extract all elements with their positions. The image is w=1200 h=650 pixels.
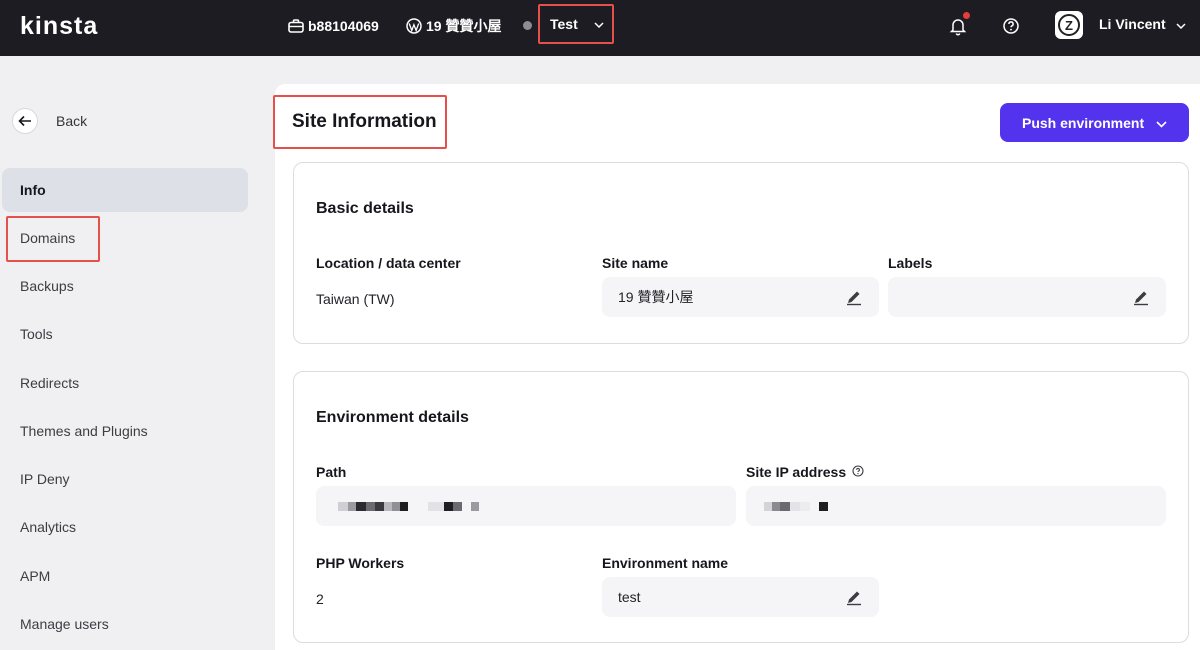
site-name: 19 贊贊小屋 xyxy=(426,18,502,34)
edit-labels-icon[interactable] xyxy=(1132,288,1150,306)
user-menu[interactable]: Li Vincent xyxy=(1099,16,1186,32)
chevron-down-icon xyxy=(1176,16,1186,32)
chevron-down-icon xyxy=(1156,115,1167,131)
help-button[interactable] xyxy=(1001,16,1021,36)
info-icon[interactable] xyxy=(852,464,864,480)
environment-details-title: Environment details xyxy=(316,409,469,426)
sidebar-item-backups[interactable]: Backups xyxy=(20,278,74,294)
basic-details-card: Basic details Location / data center Tai… xyxy=(293,162,1189,344)
sidebar-item-domains[interactable]: Domains xyxy=(20,230,75,246)
avatar[interactable]: Z xyxy=(1055,11,1083,39)
chevron-down-icon xyxy=(594,15,604,33)
back-label: Back xyxy=(56,113,88,129)
path-field xyxy=(316,486,736,526)
edit-environment-name-icon[interactable] xyxy=(845,588,863,606)
ip-address-field xyxy=(746,486,1166,526)
arrow-left-icon xyxy=(12,108,38,134)
sidebar-item-apm[interactable]: APM xyxy=(20,568,50,584)
sidebar-item-redirects[interactable]: Redirects xyxy=(20,375,79,391)
site-name-field: 19 贊贊小屋 xyxy=(602,277,879,317)
ip-address-label: Site IP address xyxy=(746,464,847,480)
user-name: Li Vincent xyxy=(1099,16,1166,32)
briefcase-icon xyxy=(288,19,304,33)
path-label: Path xyxy=(316,464,347,480)
location-value: Taiwan (TW) xyxy=(316,291,395,307)
labels-label: Labels xyxy=(888,255,933,271)
notification-badge xyxy=(963,12,970,19)
sidebar-item-themes-plugins[interactable]: Themes and Plugins xyxy=(20,423,148,439)
environment-selector[interactable]: Test xyxy=(538,4,614,44)
labels-field xyxy=(888,277,1166,317)
environment-name-field: test xyxy=(602,577,879,617)
site-name-value: 19 贊贊小屋 xyxy=(618,289,694,305)
environment-details-card: Environment details Path Site IP address… xyxy=(293,371,1189,643)
basic-details-title: Basic details xyxy=(316,200,414,217)
company-id: b88104069 xyxy=(308,18,379,34)
path-value-redacted xyxy=(338,501,479,511)
site-selector[interactable]: 19 贊贊小屋 xyxy=(406,16,501,36)
sidebar-item-analytics[interactable]: Analytics xyxy=(20,519,76,535)
sidebar: Back Info Domains Backups Tools Redirect… xyxy=(0,56,275,650)
wordpress-icon xyxy=(406,18,422,34)
environment-status-dot xyxy=(523,21,532,30)
back-button[interactable]: Back xyxy=(12,108,87,134)
company-selector[interactable]: b88104069 xyxy=(288,16,379,36)
help-icon xyxy=(1001,18,1021,40)
environment-name-value: test xyxy=(618,589,641,605)
push-environment-button[interactable]: Push environment xyxy=(1000,103,1189,142)
environment-name-label: Environment name xyxy=(602,555,729,571)
edit-site-name-icon[interactable] xyxy=(845,288,863,306)
sidebar-item-label: Info xyxy=(20,182,46,198)
sidebar-item-tools[interactable]: Tools xyxy=(20,326,53,342)
php-workers-label: PHP Workers xyxy=(316,555,405,571)
site-name-label: Site name xyxy=(602,255,669,271)
notifications-button[interactable] xyxy=(948,12,970,36)
top-bar: kinsta b88104069 19 贊贊小屋 Test Z Li Vince… xyxy=(0,0,1200,56)
bell-icon xyxy=(948,19,968,40)
avatar-letter: Z xyxy=(1058,14,1080,36)
environment-label: Test xyxy=(550,16,578,32)
ip-address-label-wrap: Site IP address xyxy=(746,464,864,480)
location-label: Location / data center xyxy=(316,255,461,271)
php-workers-value: 2 xyxy=(316,591,324,607)
sidebar-item-ip-deny[interactable]: IP Deny xyxy=(20,471,70,487)
push-environment-label: Push environment xyxy=(1022,114,1145,131)
ip-address-value-redacted xyxy=(764,501,828,511)
page-title: Site Information xyxy=(292,111,437,132)
kinsta-logo[interactable]: kinsta xyxy=(20,12,98,41)
sidebar-item-manage-users[interactable]: Manage users xyxy=(20,616,109,632)
